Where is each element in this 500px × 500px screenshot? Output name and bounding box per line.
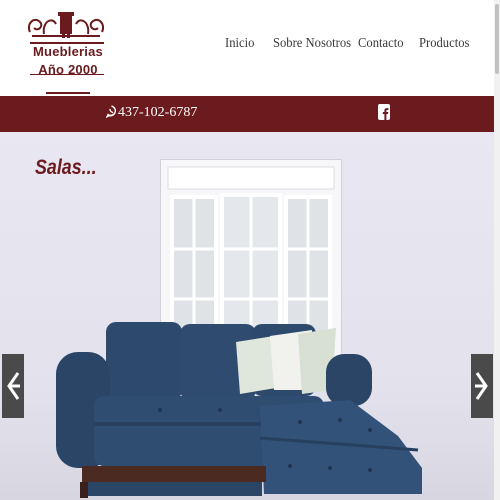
logo-rule: [30, 74, 104, 75]
nav-productos[interactable]: Productos: [419, 36, 469, 52]
chevron-right-icon: [475, 372, 488, 400]
hero-carousel: Salas...: [0, 132, 500, 500]
chevron-left-icon: [7, 372, 20, 400]
slide-title: Salas...: [35, 156, 97, 179]
site-header: Mueblerias Año 2000 Inicio Sobre Nosotro…: [0, 0, 500, 96]
facebook-icon[interactable]: [378, 104, 390, 120]
logo-rule: [46, 92, 90, 94]
nav-sobre-nosotros[interactable]: Sobre Nosotros: [273, 36, 351, 52]
nav-contacto[interactable]: Contacto: [358, 36, 403, 52]
page-scrollbar[interactable]: [494, 0, 500, 500]
whatsapp-icon: [106, 105, 116, 118]
carousel-next-button[interactable]: [471, 354, 493, 418]
contact-bar: 437-102-6787: [0, 96, 500, 132]
nav-inicio[interactable]: Inicio: [225, 36, 254, 52]
main-nav: Inicio Sobre Nosotros Contacto Productos: [0, 36, 500, 56]
sofa-image: [56, 322, 422, 498]
phone-number: 437-102-6787: [118, 105, 198, 120]
scrollbar-thumb[interactable]: [495, 4, 499, 74]
phone-link[interactable]: 437-102-6787: [106, 105, 197, 121]
carousel-prev-button[interactable]: [2, 354, 24, 418]
